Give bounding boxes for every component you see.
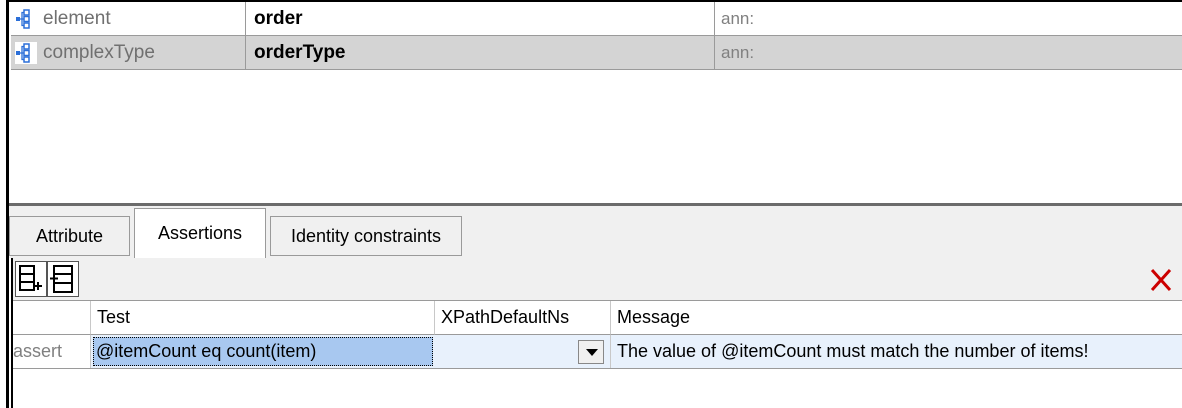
tree-structure-icon (15, 41, 37, 64)
tab-assertions[interactable]: Assertions (134, 208, 266, 258)
table-row[interactable]: assert @itemCount eq count(item) The val… (13, 335, 1182, 369)
dropdown-arrow-icon[interactable] (578, 339, 604, 364)
annotation-field[interactable]: ann: (715, 36, 1182, 69)
tab-strip: Attribute Assertions Identity constraint… (9, 206, 1182, 258)
append-row-icon (19, 265, 42, 291)
append-row-button[interactable] (15, 261, 47, 297)
delete-x-icon (1150, 268, 1172, 292)
component-kind-label: element (43, 7, 111, 29)
delete-row-button[interactable] (1146, 262, 1176, 296)
xpath-default-ns-select[interactable] (435, 335, 611, 368)
component-kind-cell: complexType (11, 36, 246, 69)
component-row-element[interactable]: element order ann: (11, 2, 1182, 36)
schema-editor: element order ann: complexType orderType… (0, 0, 1182, 408)
insert-row-icon (50, 265, 73, 293)
tree-structure-icon (15, 7, 37, 30)
tab-identity-constraints[interactable]: Identity constraints (270, 216, 462, 256)
column-header-xpathdefaultns[interactable]: XPathDefaultNs (435, 301, 611, 335)
message-field[interactable]: The value of @itemCount must match the n… (617, 335, 1182, 368)
column-header-test[interactable]: Test (91, 301, 435, 335)
tab-attribute[interactable]: Attribute (9, 216, 130, 256)
test-expression-input[interactable]: @itemCount eq count(item) (93, 337, 433, 366)
component-kind-label: complexType (43, 41, 155, 63)
column-header-message[interactable]: Message (611, 301, 1182, 335)
component-row-complextype[interactable]: complexType orderType ann: (11, 36, 1182, 70)
component-name[interactable]: order (246, 2, 715, 35)
assertions-toolbar (13, 258, 1182, 301)
insert-row-button[interactable] (47, 261, 79, 297)
row-type-header (13, 301, 91, 335)
row-type-label: assert (13, 335, 91, 368)
assertions-panel: Test XPathDefaultNs Message assert @item… (11, 258, 1182, 408)
component-kind-cell: element (11, 2, 246, 35)
component-name[interactable]: orderType (246, 36, 715, 69)
annotation-field[interactable]: ann: (715, 2, 1182, 35)
